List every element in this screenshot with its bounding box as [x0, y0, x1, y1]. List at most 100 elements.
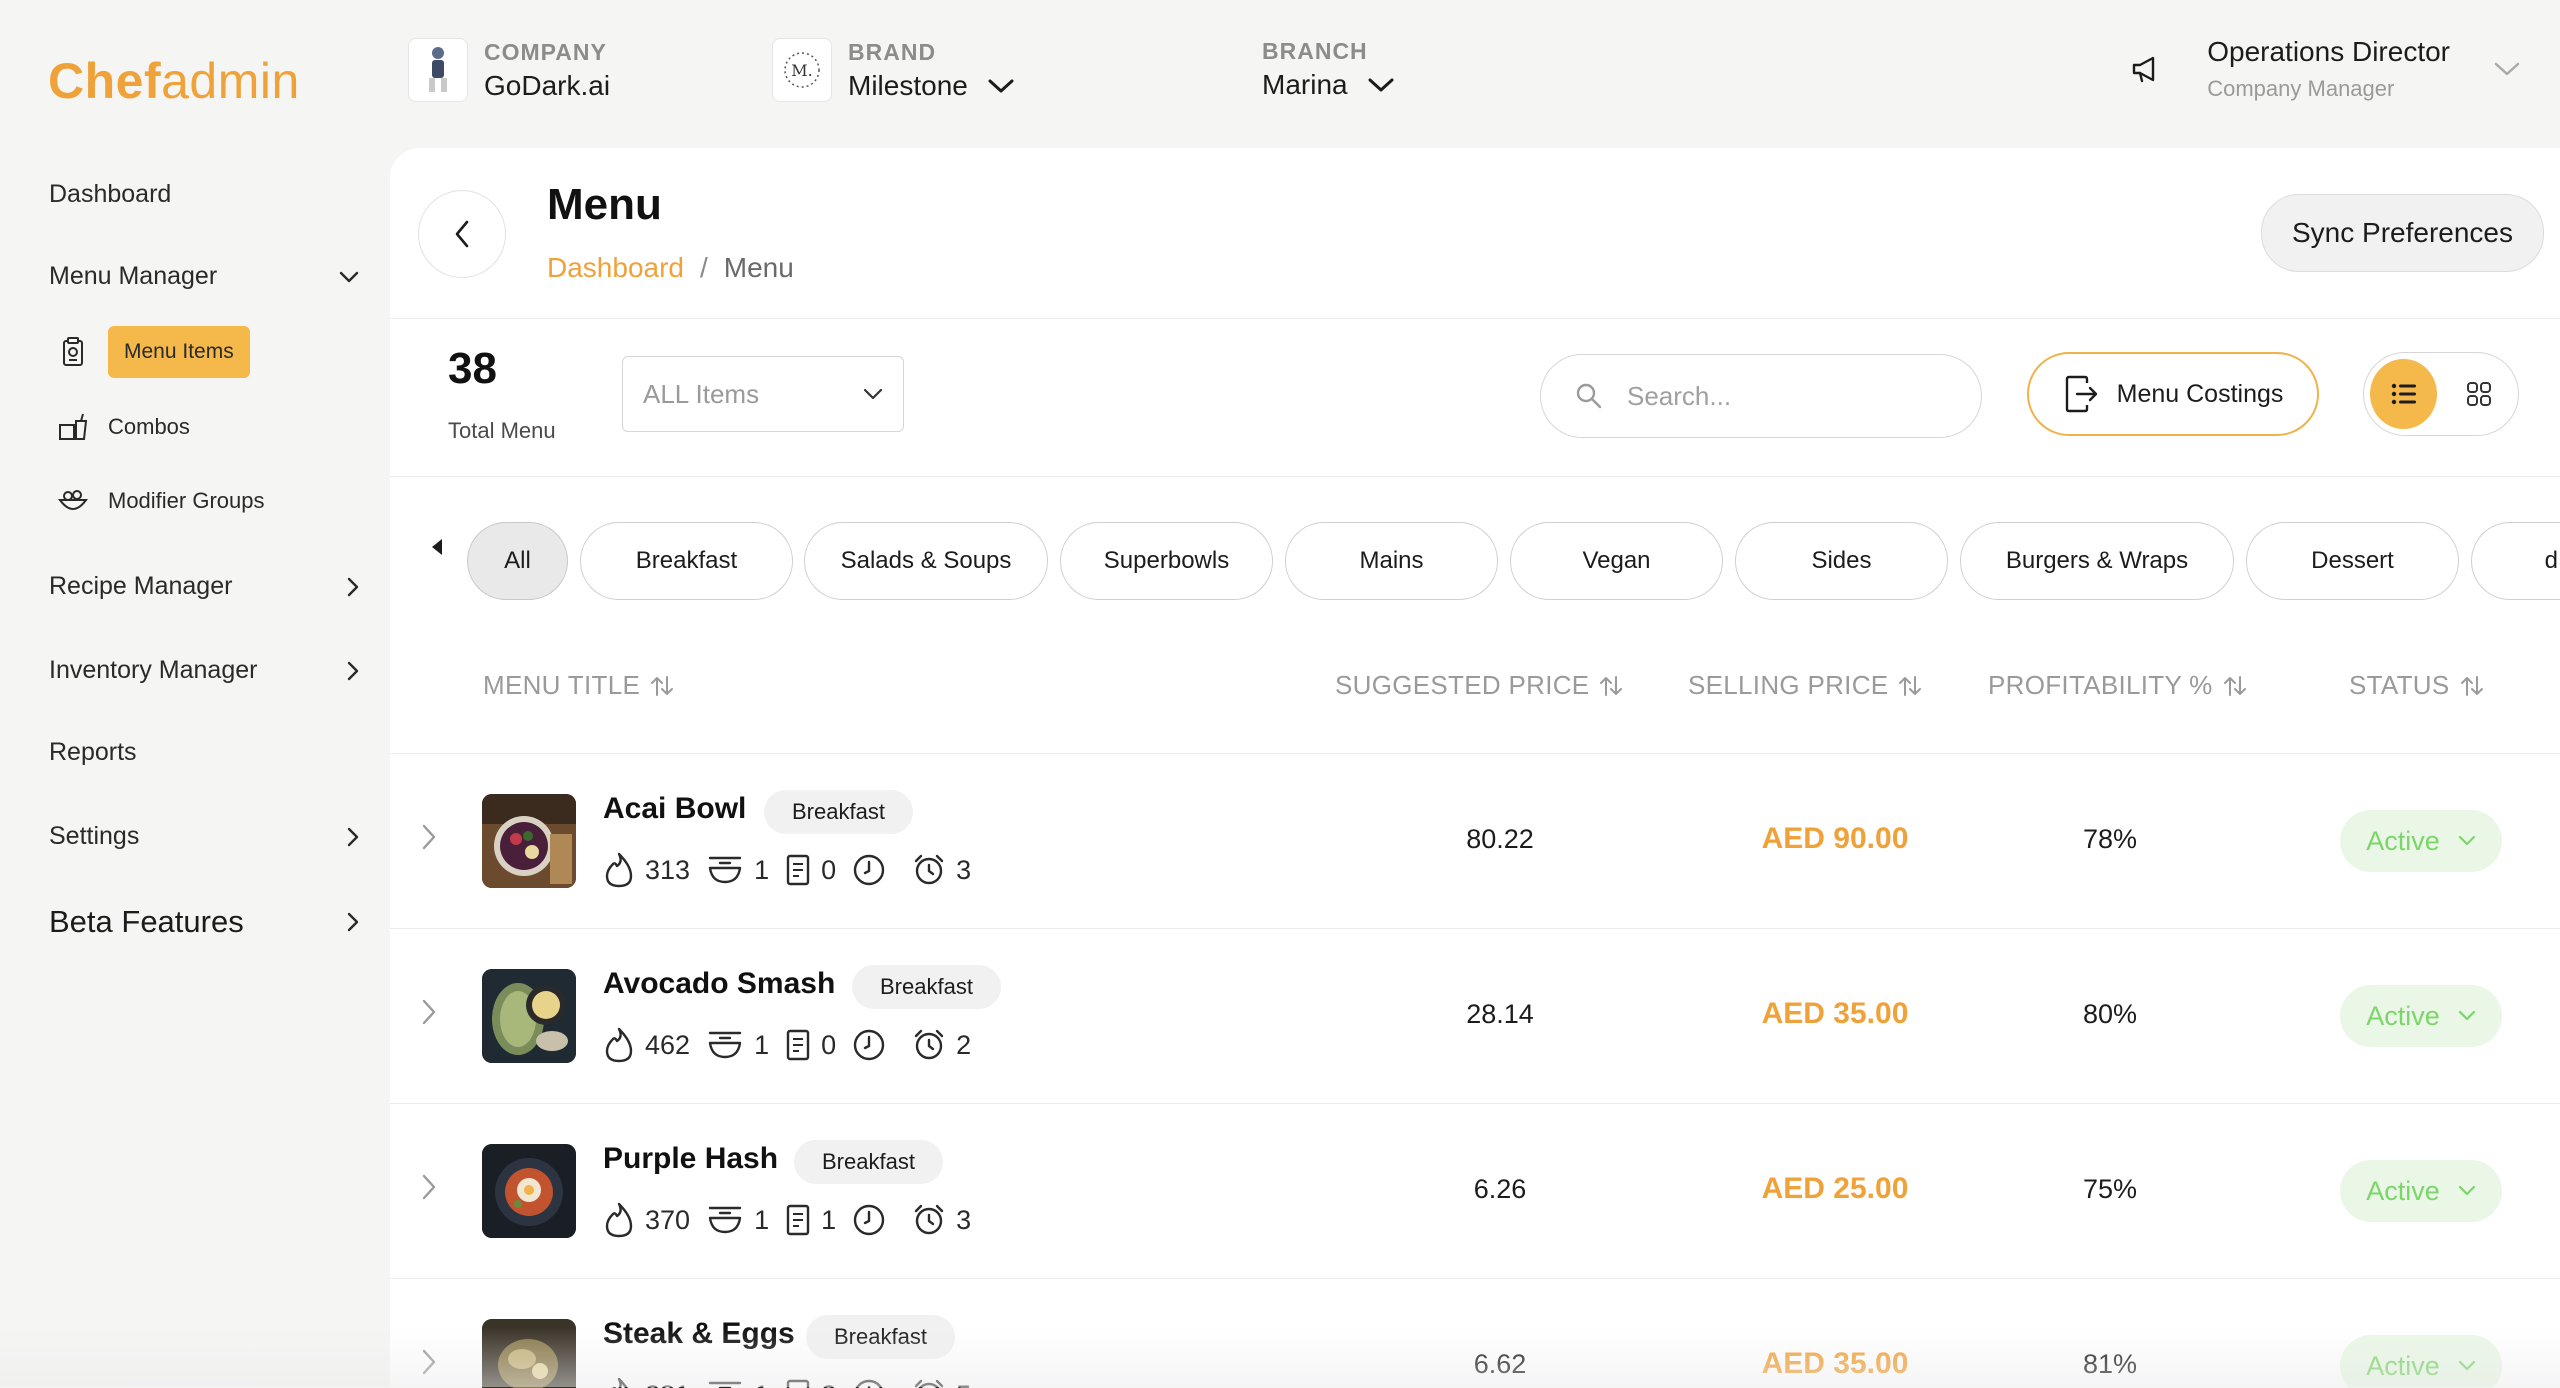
branch-label: BRANCH — [1262, 38, 1394, 65]
expand-chevron-icon[interactable] — [422, 824, 436, 850]
sidebar-subitem-label: Menu Items — [108, 326, 250, 378]
sync-preferences-button[interactable]: Sync Preferences — [2261, 194, 2544, 272]
table-row[interactable]: Acai Bowl Breakfast 313 1 0 3 80.22 AED … — [390, 753, 2560, 929]
megaphone-icon[interactable] — [2131, 55, 2161, 83]
column-header-label: MENU TITLE — [483, 670, 640, 701]
category-pill-sides[interactable]: Sides — [1735, 522, 1948, 600]
breadcrumb-current: Menu — [724, 252, 794, 284]
sidebar-item-label: Beta Features — [49, 904, 244, 940]
notes-value: 1 — [821, 1205, 836, 1236]
chevron-down-icon — [2458, 1010, 2476, 1022]
bowl-icon — [58, 486, 88, 516]
category-pill-mains[interactable]: Mains — [1285, 522, 1498, 600]
selling-price: AED 25.00 — [1710, 1172, 1960, 1206]
calories-flame-icon — [603, 1202, 635, 1238]
grid-icon — [2466, 381, 2492, 407]
alarm-icon — [912, 853, 946, 887]
category-pill-vegan[interactable]: Vegan — [1510, 522, 1723, 600]
sidebar-item-recipe-manager[interactable]: Recipe Manager — [49, 572, 359, 601]
expand-chevron-icon[interactable] — [422, 1349, 436, 1375]
column-header-profitability[interactable]: PROFITABILITY % — [1988, 670, 2247, 701]
company-label: COMPANY — [484, 39, 610, 66]
notes-value: 0 — [821, 1030, 836, 1061]
sidebar-item-settings[interactable]: Settings — [49, 822, 359, 851]
category-pill-salads-soups[interactable]: Salads & Soups — [804, 522, 1048, 600]
scroll-left-arrow-icon[interactable] — [430, 538, 444, 556]
chevron-down-icon — [1368, 77, 1394, 93]
menu-item-name[interactable]: Purple Hash — [603, 1142, 778, 1176]
status-dropdown[interactable]: Active — [2340, 1335, 2502, 1388]
sidebar-item-dashboard[interactable]: Dashboard — [49, 180, 359, 209]
recipes-value: 1 — [754, 1030, 769, 1061]
table-row[interactable]: Purple Hash Breakfast 370 1 1 3 6.26 AED… — [390, 1103, 2560, 1279]
menu-item-name[interactable]: Steak & Eggs — [603, 1317, 795, 1351]
food-thumbnail — [482, 969, 576, 1063]
sidebar-item-reports[interactable]: Reports — [49, 738, 359, 767]
menu-item-name[interactable]: Acai Bowl — [603, 792, 746, 826]
category-pill-burgers-wraps[interactable]: Burgers & Wraps — [1960, 522, 2234, 600]
status-label: Active — [2366, 1176, 2440, 1207]
search-field[interactable] — [1540, 354, 1982, 438]
clock-icon — [852, 853, 886, 887]
alarm-icon — [912, 1203, 946, 1237]
app-logo[interactable]: Chefadmin — [48, 52, 300, 110]
back-button[interactable] — [418, 190, 506, 278]
sidebar-item-label: Reports — [49, 738, 137, 767]
branch-selector[interactable]: BRANCH Marina — [1262, 38, 1394, 101]
sidebar-item-inventory-manager[interactable]: Inventory Manager — [49, 656, 359, 685]
sidebar-subitem-combos[interactable]: Combos — [58, 412, 190, 442]
sidebar-item-menu-manager[interactable]: Menu Manager — [49, 262, 359, 291]
category-pill-superbowls[interactable]: Superbowls — [1060, 522, 1273, 600]
category-pill-breakfast[interactable]: Breakfast — [580, 522, 793, 600]
suggested-price: 6.26 — [1410, 1174, 1590, 1205]
view-toggle — [2363, 352, 2519, 436]
column-header-menu-title[interactable]: MENU TITLE — [483, 670, 674, 701]
items-filter-select[interactable]: ALL Items — [622, 356, 904, 432]
company-selector[interactable]: COMPANY GoDark.ai — [408, 38, 610, 102]
category-pill-all[interactable]: All — [467, 522, 568, 600]
breadcrumb-link-dashboard[interactable]: Dashboard — [547, 252, 684, 284]
grid-view-button[interactable] — [2445, 359, 2512, 429]
alerts-value: 3 — [956, 855, 971, 886]
sidebar-subitem-menu-items[interactable]: Menu Items — [58, 326, 250, 378]
sidebar-subitem-label: Combos — [108, 414, 190, 440]
category-badge: Breakfast — [794, 1140, 943, 1184]
chevron-down-icon[interactable] — [2494, 61, 2520, 77]
category-badge: Breakfast — [806, 1315, 955, 1359]
export-icon — [2063, 375, 2099, 413]
profitability: 81% — [2020, 1349, 2200, 1380]
recipe-bowl-icon — [706, 1029, 744, 1061]
search-icon — [1575, 382, 1603, 410]
chevron-down-icon — [988, 78, 1014, 94]
status-dropdown[interactable]: Active — [2340, 985, 2502, 1047]
notes-icon — [785, 1029, 811, 1061]
category-pill-partial[interactable]: d — [2471, 522, 2560, 600]
category-pill-dessert[interactable]: Dessert — [2246, 522, 2459, 600]
sidebar-subitem-modifier-groups[interactable]: Modifier Groups — [58, 486, 265, 516]
column-header-status[interactable]: STATUS — [2349, 670, 2484, 701]
expand-chevron-icon[interactable] — [422, 1174, 436, 1200]
selling-price: AED 90.00 — [1710, 822, 1960, 856]
column-header-selling-price[interactable]: SELLING PRICE — [1688, 670, 1922, 701]
chevron-down-icon — [339, 271, 359, 283]
menu-item-name[interactable]: Avocado Smash — [603, 967, 835, 1001]
user-menu[interactable]: Operations Director Company Manager — [2131, 36, 2520, 102]
menu-costings-button[interactable]: Menu Costings — [2027, 352, 2319, 436]
recipes-value: 1 — [754, 1205, 769, 1236]
status-dropdown[interactable]: Active — [2340, 810, 2502, 872]
expand-chevron-icon[interactable] — [422, 999, 436, 1025]
status-dropdown[interactable]: Active — [2340, 1160, 2502, 1222]
table-row[interactable]: Avocado Smash Breakfast 462 1 0 2 28.14 … — [390, 928, 2560, 1104]
chevron-down-icon — [2458, 1185, 2476, 1197]
list-view-button[interactable] — [2370, 359, 2437, 429]
total-menu-count: 38 — [448, 344, 497, 394]
table-row[interactable]: Steak & Eggs Breakfast 281 1 2 5 6.62 AE… — [390, 1278, 2560, 1388]
chevron-right-icon — [347, 827, 359, 847]
brand-selector[interactable]: M. BRAND Milestone — [772, 38, 1014, 102]
brand-label: BRAND — [848, 39, 1014, 66]
main-panel: Menu Dashboard / Menu Sync Preferences 3… — [390, 148, 2560, 1387]
search-input[interactable] — [1625, 380, 1929, 413]
column-header-suggested-price[interactable]: SUGGESTED PRICE — [1335, 670, 1623, 701]
calories-value: 462 — [645, 1030, 690, 1061]
sidebar-item-beta-features[interactable]: Beta Features — [49, 904, 359, 940]
